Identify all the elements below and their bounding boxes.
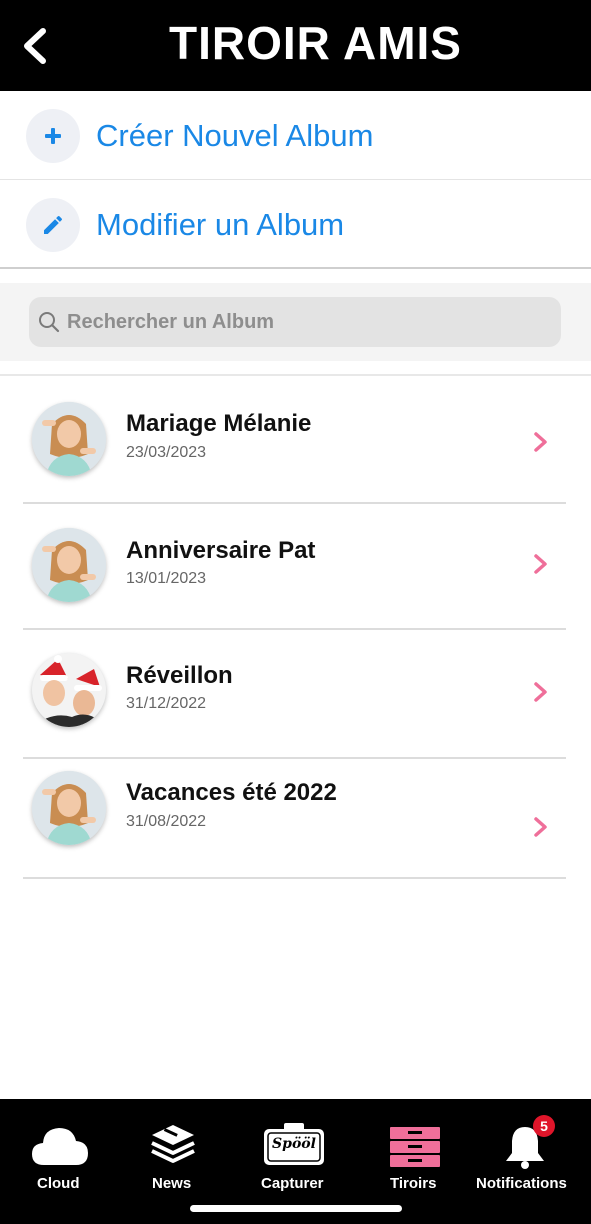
pencil-icon <box>26 198 80 252</box>
chevron-right-icon <box>534 682 547 702</box>
edit-album-label: Modifier un Album <box>96 207 345 242</box>
album-name: Réveillon <box>126 662 233 689</box>
album-date: 13/01/2023 <box>126 570 207 587</box>
album-avatar <box>32 402 106 476</box>
create-album-button[interactable]: Créer Nouvel Album <box>0 92 591 180</box>
top-bar: TIROIR AMIS <box>0 0 591 91</box>
album-avatar <box>32 653 106 727</box>
create-album-label: Créer Nouvel Album <box>96 118 374 153</box>
chevron-right-icon <box>534 554 547 574</box>
tab-tiroirs-label: Tiroirs <box>390 1175 437 1192</box>
album-avatar <box>32 528 106 602</box>
tab-news-label: News <box>152 1175 192 1192</box>
plus-icon <box>26 109 80 163</box>
cloud-icon <box>32 1128 88 1165</box>
tab-cloud[interactable]: Cloud <box>22 1099 98 1224</box>
chevron-right-icon <box>534 432 547 452</box>
search-icon <box>39 312 60 333</box>
drawers-icon <box>390 1127 440 1167</box>
album-date: 31/12/2022 <box>126 695 207 712</box>
page-title: TIROIR AMIS <box>169 17 462 69</box>
search-section <box>0 283 591 361</box>
notification-badge: 5 <box>533 1115 555 1137</box>
chevron-right-icon <box>534 817 547 837</box>
album-date: 31/08/2022 <box>126 813 207 830</box>
tab-notifications-label: Notifications <box>476 1175 567 1192</box>
tab-cloud-label: Cloud <box>37 1175 80 1192</box>
album-row[interactable]: Vacances été 2022 31/08/2022 <box>23 751 566 879</box>
album-row[interactable]: Réveillon 31/12/2022 <box>23 631 566 759</box>
album-date: 23/03/2023 <box>126 444 207 461</box>
tab-capturer-label: Capturer <box>261 1175 324 1192</box>
album-row[interactable]: Mariage Mélanie 23/03/2023 <box>23 376 566 504</box>
camera-icon: Spööl <box>262 1121 326 1167</box>
album-row[interactable]: Anniversaire Pat 13/01/2023 <box>23 502 566 630</box>
album-avatar <box>32 771 106 845</box>
news-stack-icon <box>151 1125 195 1163</box>
edit-album-button[interactable]: Modifier un Album <box>0 181 591 269</box>
home-indicator <box>190 1205 402 1212</box>
search-input[interactable] <box>67 310 527 334</box>
tab-notifications[interactable]: 5 Notifications <box>474 1099 574 1224</box>
search-bar[interactable] <box>29 297 561 347</box>
album-name: Vacances été 2022 <box>126 779 337 806</box>
album-name: Mariage Mélanie <box>126 410 312 437</box>
capture-logo-text: Spööl <box>272 1136 316 1152</box>
album-name: Anniversaire Pat <box>126 537 316 564</box>
